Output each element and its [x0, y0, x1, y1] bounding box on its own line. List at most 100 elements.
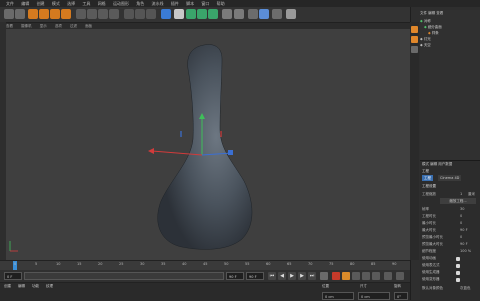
am-menu-edit[interactable]: 编辑 [430, 162, 437, 166]
floor-icon[interactable] [248, 9, 258, 19]
min-time-value[interactable]: 0 [460, 221, 462, 225]
loop-icon[interactable] [320, 272, 328, 280]
render-icon[interactable] [146, 9, 156, 19]
redo-icon[interactable] [15, 9, 25, 19]
record-key-icon[interactable] [332, 272, 340, 280]
tick-label: 55 [245, 262, 250, 266]
y-axis-icon[interactable] [87, 9, 97, 19]
undo-icon[interactable] [4, 9, 14, 19]
mat-menu-create[interactable]: 创建 [4, 284, 11, 289]
om-menu-view[interactable]: 查看 [436, 11, 443, 15]
param-icon[interactable] [372, 272, 380, 280]
max-time-value[interactable]: 90 F [460, 228, 468, 232]
mat-menu-function[interactable]: 功能 [32, 284, 39, 289]
row-label: 使用表达式 [422, 263, 440, 267]
start-frame-field[interactable]: 0 F [4, 272, 22, 280]
default-color-label: 默认对象颜色 [422, 286, 443, 290]
record-icon[interactable] [124, 9, 134, 19]
project-time-value[interactable]: 0 [460, 214, 462, 218]
auto-key-icon[interactable] [342, 272, 350, 280]
am-menu-mode[interactable]: 模式 [422, 162, 429, 166]
first-frame-icon[interactable]: ⏮ [268, 272, 276, 280]
objects-tab-icon[interactable] [411, 26, 418, 33]
menu-mesh[interactable]: 网格 [98, 0, 106, 7]
sky-icon[interactable] [286, 9, 296, 19]
tick-label: 5 [35, 262, 38, 266]
am-menu-userdata[interactable]: 用户数据 [438, 162, 452, 166]
am-menu: 模式 编辑 用户数据 [422, 162, 452, 167]
x-position-field[interactable]: 0 cm [322, 292, 354, 300]
render-view-icon[interactable] [135, 9, 145, 19]
scale-icon[interactable] [50, 9, 60, 19]
list-item[interactable]: ◆ 天空 [420, 42, 480, 48]
use-deformers-checkbox[interactable] [456, 278, 460, 282]
select-icon[interactable] [28, 9, 38, 19]
next-key-icon[interactable]: ▶ [298, 272, 306, 280]
scene-icon[interactable] [234, 9, 244, 19]
preview-min-value[interactable]: 0 [460, 235, 462, 239]
om-menu-file[interactable]: 文件 [420, 11, 427, 15]
tab-cinema4d[interactable]: Cinema 4D [438, 175, 462, 181]
use-animation-checkbox[interactable] [456, 257, 460, 261]
menu-window[interactable]: 窗口 [201, 0, 209, 7]
keyframe-icon[interactable] [352, 272, 360, 280]
last-frame-icon[interactable]: ⏭ [308, 272, 316, 280]
menu-mograph[interactable]: 运动图形 [113, 0, 129, 7]
menu-help[interactable]: 帮助 [217, 0, 225, 7]
lod-value[interactable]: 100 % [460, 249, 471, 253]
motion-icon[interactable] [362, 272, 370, 280]
color-dropdown[interactable]: 灰蓝色 [460, 286, 471, 291]
3d-viewport[interactable] [6, 29, 410, 260]
coord-icon[interactable] [109, 9, 119, 19]
om-menu-edit[interactable]: 编辑 [428, 11, 435, 15]
deformer-icon[interactable] [208, 9, 218, 19]
fps-value[interactable]: 30 [460, 207, 464, 211]
menu-create[interactable]: 创建 [37, 0, 45, 7]
prev-key-icon[interactable]: ◀ [278, 272, 286, 280]
scale-project-button[interactable]: 缩放工程... [440, 198, 476, 204]
end-frame-field[interactable]: 90 F [226, 272, 244, 280]
light-icon[interactable] [272, 9, 282, 19]
menu-tools[interactable]: 工具 [82, 0, 90, 7]
z-axis-icon[interactable] [98, 9, 108, 19]
timeline-icon[interactable] [384, 272, 392, 280]
gear-icon[interactable] [222, 9, 232, 19]
use-generators-checkbox[interactable] [456, 271, 460, 275]
move-icon[interactable] [39, 9, 49, 19]
world-axis [9, 241, 18, 252]
menu-pipeline[interactable]: 流水线 [152, 0, 164, 7]
menu-edit[interactable]: 编辑 [21, 0, 29, 7]
rotate-icon[interactable] [61, 9, 71, 19]
menu-mode[interactable]: 模式 [52, 0, 60, 7]
coord-label-rotation: 旋转 [394, 284, 401, 288]
tab-project[interactable]: 工程 [422, 175, 433, 181]
end-frame-field-2[interactable]: 90 F [246, 272, 264, 280]
cube-icon[interactable] [161, 9, 171, 19]
x-size-field[interactable]: 0 cm [358, 292, 390, 300]
menu-select[interactable]: 选择 [67, 0, 75, 7]
array-icon[interactable] [197, 9, 207, 19]
coordinates-panel: 创建 编辑 功能 纹理 位置 尺寸 旋转 0 cm 0 cm 0° [0, 282, 410, 301]
film-icon[interactable] [396, 272, 404, 280]
subdivision-icon[interactable] [186, 9, 196, 19]
menu-plugins[interactable]: 插件 [171, 0, 179, 7]
x-axis-icon[interactable] [76, 9, 86, 19]
x-rotation-field[interactable]: 0° [394, 292, 408, 300]
scale-value[interactable]: 1 [460, 192, 462, 196]
content-browser-icon[interactable] [411, 36, 418, 43]
row-label: 细节程度 [422, 249, 436, 253]
mat-menu-texture[interactable]: 纹理 [46, 284, 53, 289]
range-slider[interactable] [24, 272, 224, 280]
scale-unit[interactable]: 厘米 [468, 192, 475, 197]
mat-menu-edit[interactable]: 编辑 [18, 284, 25, 289]
use-expressions-checkbox[interactable] [456, 264, 460, 268]
menu-character[interactable]: 角色 [136, 0, 144, 7]
menu-file[interactable]: 文件 [6, 0, 14, 7]
menu-script[interactable]: 脚本 [186, 0, 194, 7]
vase-model[interactable] [157, 44, 253, 250]
preview-max-value[interactable]: 90 F [460, 242, 468, 246]
pen-icon[interactable] [174, 9, 184, 19]
play-icon[interactable]: ▶ [288, 272, 296, 280]
camera-icon[interactable] [259, 9, 269, 19]
structure-icon[interactable] [411, 46, 418, 53]
